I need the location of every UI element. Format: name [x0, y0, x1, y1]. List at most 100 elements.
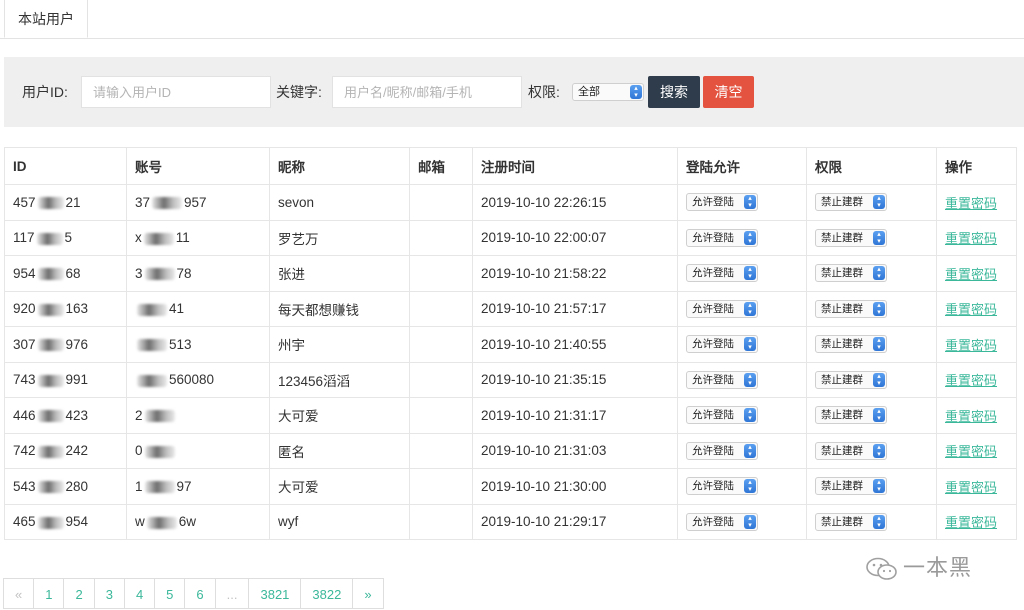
- cell-account-suffix: 78: [176, 265, 192, 281]
- role-value: 禁止建群: [821, 444, 863, 457]
- role-value: 禁止建群: [821, 302, 863, 315]
- role-select[interactable]: 禁止建群 ▴ ▾: [815, 512, 887, 531]
- reset-password-link[interactable]: 重置密码: [945, 373, 997, 388]
- page-6[interactable]: 6: [184, 578, 216, 609]
- login-allow-select[interactable]: 允许登陆 ▴ ▾: [686, 299, 758, 318]
- reset-password-link[interactable]: 重置密码: [945, 231, 997, 246]
- role-select[interactable]: 禁止建群 ▴ ▾: [815, 335, 887, 354]
- select-arrows-icon: ▴ ▾: [873, 443, 885, 458]
- reset-password-link[interactable]: 重置密码: [945, 267, 997, 282]
- reset-password-link[interactable]: 重置密码: [945, 480, 997, 495]
- tab-bar: 本站用户: [0, 0, 1024, 39]
- role-select[interactable]: 禁止建群 ▴ ▾: [815, 477, 887, 496]
- select-arrows-icon: ▴ ▾: [873, 230, 885, 245]
- login-allow-select[interactable]: 允许登陆 ▴ ▾: [686, 441, 758, 460]
- role-select[interactable]: 禁止建群 ▴ ▾: [815, 264, 887, 283]
- reset-password-link[interactable]: 重置密码: [945, 338, 997, 353]
- user-id-input[interactable]: [81, 76, 271, 108]
- cell-id-prefix: 117: [13, 230, 35, 246]
- col-header-nickname[interactable]: 昵称: [269, 147, 410, 185]
- cell-account-prefix: w: [135, 514, 145, 530]
- redacted-mark: [37, 481, 64, 494]
- cell-account: 41: [126, 290, 270, 327]
- role-select[interactable]: 禁止建群 ▴ ▾: [815, 370, 887, 389]
- login-allow-value: 允许登陆: [692, 444, 734, 457]
- cell-account-prefix: 1: [135, 478, 143, 494]
- reset-password-link[interactable]: 重置密码: [945, 515, 997, 530]
- page-5[interactable]: 5: [154, 578, 186, 609]
- redacted-mark: [152, 197, 183, 210]
- cell-nickname: 匿名: [269, 432, 410, 469]
- login-allow-select[interactable]: 允许登陆 ▴ ▾: [686, 335, 758, 354]
- cell-login: 允许登陆 ▴ ▾: [677, 468, 807, 505]
- login-allow-select[interactable]: 允许登陆 ▴ ▾: [686, 477, 758, 496]
- select-arrows-icon: ▴ ▾: [630, 85, 642, 99]
- login-allow-value: 允许登陆: [692, 373, 734, 386]
- cell-id-suffix: 68: [65, 265, 81, 281]
- keyword-label: 关键字:: [276, 84, 322, 100]
- col-header-login[interactable]: 登陆允许: [677, 147, 807, 185]
- login-allow-select[interactable]: 允许登陆 ▴ ▾: [686, 264, 758, 283]
- cell-email: [409, 432, 473, 469]
- cell-registered: 2019-10-10 22:00:07: [472, 219, 678, 256]
- login-allow-select[interactable]: 允许登陆 ▴ ▾: [686, 193, 758, 212]
- role-value: 禁止建群: [821, 196, 863, 209]
- cell-id-suffix: 242: [65, 443, 89, 459]
- role-select[interactable]: 全部 ▴ ▾: [572, 83, 644, 101]
- page-next-button[interactable]: »: [352, 578, 384, 609]
- page-3822[interactable]: 3822: [300, 578, 354, 609]
- select-arrows-icon: ▴ ▾: [873, 408, 885, 423]
- col-header-email[interactable]: 邮箱: [409, 147, 473, 185]
- login-allow-select[interactable]: 允许登陆 ▴ ▾: [686, 370, 758, 389]
- table-row: 465 954 w 6w wyf 2019-10-10 21:29:17 允许登陆 ▴ ▾ 禁止建…: [4, 503, 1017, 540]
- login-allow-value: 允许登陆: [692, 302, 734, 315]
- reset-password-link[interactable]: 重置密码: [945, 444, 997, 459]
- cell-account: w 6w: [126, 503, 270, 540]
- role-select[interactable]: 禁止建群 ▴ ▾: [815, 406, 887, 425]
- select-arrows-icon: ▴ ▾: [873, 195, 885, 210]
- role-select-value: 全部: [578, 86, 600, 98]
- login-allow-select[interactable]: 允许登陆 ▴ ▾: [686, 512, 758, 531]
- col-header-registered[interactable]: 注册时间: [472, 147, 678, 185]
- tab-site-users[interactable]: 本站用户: [4, 0, 88, 38]
- role-select[interactable]: 禁止建群 ▴ ▾: [815, 228, 887, 247]
- clear-button[interactable]: 清空: [703, 76, 754, 108]
- reset-password-link[interactable]: 重置密码: [945, 409, 997, 424]
- login-allow-select[interactable]: 允许登陆 ▴ ▾: [686, 228, 758, 247]
- cell-role: 禁止建群 ▴ ▾: [806, 326, 937, 363]
- cell-account: 2: [126, 397, 270, 434]
- login-allow-select[interactable]: 允许登陆 ▴ ▾: [686, 406, 758, 425]
- cell-login: 允许登陆 ▴ ▾: [677, 326, 807, 363]
- page-1[interactable]: 1: [33, 578, 65, 609]
- keyword-input[interactable]: [332, 76, 522, 108]
- cell-action: 重置密码: [936, 290, 1017, 327]
- role-select[interactable]: 禁止建群 ▴ ▾: [815, 193, 887, 212]
- table-row: 446 423 2 大可爱 2019-10-10 21:31:17 允许登陆 ▴ ▾ 禁止建群 ▴…: [4, 397, 1017, 434]
- page-4[interactable]: 4: [123, 578, 156, 609]
- cell-id-suffix: 21: [65, 194, 81, 210]
- page-prev-button[interactable]: «: [3, 578, 35, 609]
- page-2[interactable]: 2: [63, 578, 95, 609]
- col-header-role[interactable]: 权限: [806, 147, 937, 185]
- search-button[interactable]: 搜索: [648, 76, 700, 108]
- reset-password-link[interactable]: 重置密码: [945, 196, 997, 211]
- cell-registered: 2019-10-10 21:57:17: [472, 290, 678, 327]
- cell-account: 3 78: [126, 255, 270, 292]
- cell-registered: 2019-10-10 21:30:00: [472, 468, 678, 505]
- page-3821[interactable]: 3821: [248, 578, 302, 609]
- role-select[interactable]: 禁止建群 ▴ ▾: [815, 441, 887, 460]
- select-arrows-icon: ▴ ▾: [873, 514, 885, 529]
- col-header-id[interactable]: ID: [4, 147, 127, 185]
- cell-account-suffix: 97: [176, 478, 192, 494]
- cell-registered: 2019-10-10 21:58:22: [472, 255, 678, 292]
- reset-password-link[interactable]: 重置密码: [945, 302, 997, 317]
- table-header-row: ID 账号 昵称 邮箱 注册时间 登陆允许 权限 操作: [4, 147, 1017, 185]
- role-select[interactable]: 禁止建群 ▴ ▾: [815, 299, 887, 318]
- page-3[interactable]: 3: [93, 578, 125, 609]
- col-header-account[interactable]: 账号: [126, 147, 270, 185]
- role-value: 禁止建群: [821, 231, 863, 244]
- login-allow-value: 允许登陆: [692, 338, 734, 351]
- select-arrows-icon: ▴ ▾: [744, 514, 756, 529]
- table-row: 743 991 560080 123456滔滔 2019-10-10 21:35:15 允…: [4, 361, 1017, 398]
- select-arrows-icon: ▴ ▾: [744, 266, 756, 281]
